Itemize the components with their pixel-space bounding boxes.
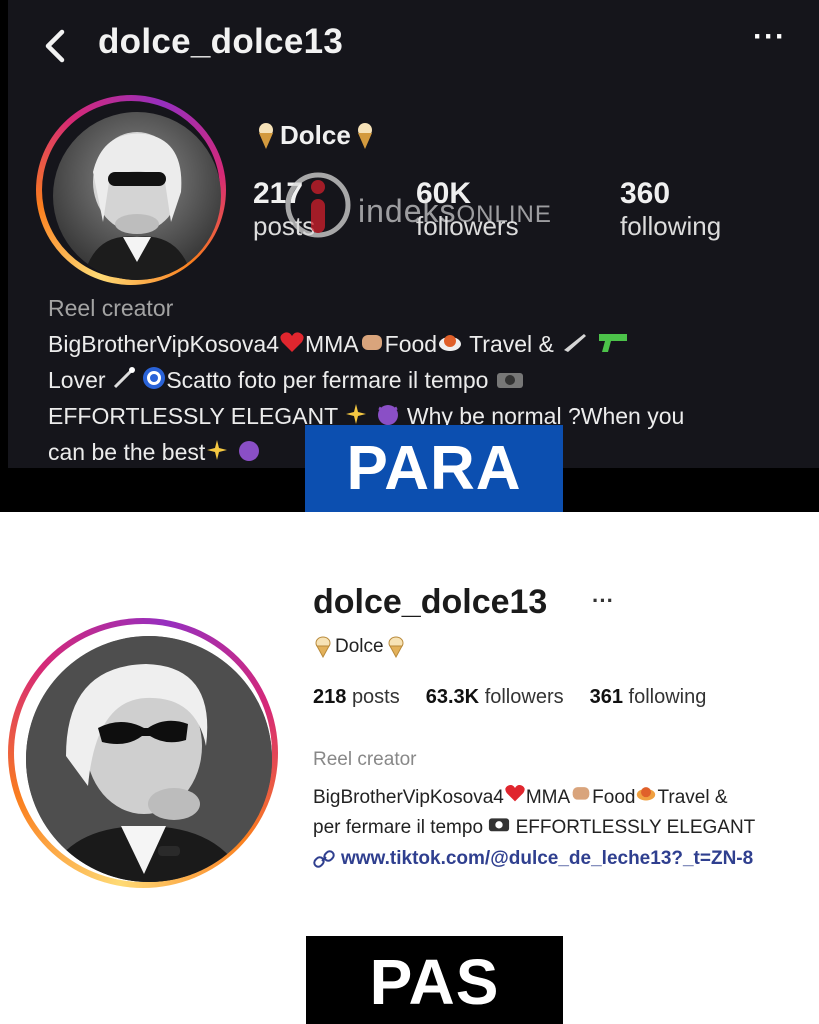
following-count: 360 — [620, 177, 671, 210]
bio-link-text: www.tiktok.com/@dulce_de_leche13?_t=ZN-8 — [341, 848, 754, 869]
red-heart-icon — [279, 329, 305, 363]
before-panel: dolce_dolce13 ··· Dolce 217 posts 60K fo… — [0, 0, 819, 512]
profile-stats: 218 posts 63.3K followers 361 following — [313, 686, 706, 709]
following-count: 361 — [589, 686, 623, 708]
knife-icon — [560, 329, 590, 363]
more-options-icon[interactable]: ··· — [592, 588, 614, 614]
avatar-portrait-icon — [83, 132, 193, 280]
camera-flash-icon — [495, 365, 525, 399]
posts-label: posts — [351, 686, 400, 708]
followers-stat[interactable]: 63.3K followers — [426, 686, 564, 709]
fist-icon — [570, 783, 592, 813]
ice-cream-icon — [315, 636, 331, 658]
ice-cream-icon — [259, 122, 273, 149]
following-stat[interactable]: 361 following — [590, 686, 707, 709]
nazar-amulet-icon — [142, 365, 166, 399]
story-ring[interactable] — [36, 95, 226, 285]
avatar-portrait-icon — [26, 636, 272, 882]
bio-text: BigBrotherVipKosova4 MMA Food Travel & p… — [313, 783, 819, 843]
link-icon — [313, 850, 335, 868]
avatar — [53, 112, 221, 280]
following-stat[interactable]: 360 following — [620, 177, 721, 241]
display-name-text: Dolce — [280, 120, 351, 150]
spaghetti-icon — [635, 783, 657, 813]
following-label: following — [620, 211, 722, 241]
smiling-devil-icon — [236, 437, 262, 471]
after-badge: PAS — [306, 936, 563, 1024]
story-ring[interactable] — [8, 618, 278, 888]
red-heart-icon — [504, 783, 526, 813]
display-name-text: Dolce — [335, 636, 384, 657]
camera-icon — [488, 813, 510, 843]
following-label: following — [628, 686, 707, 708]
category-label: Reel creator — [313, 749, 417, 770]
sparkles-icon — [205, 437, 229, 471]
profile-username: dolce_dolce13 — [98, 22, 344, 61]
display-name: Dolce — [313, 636, 406, 658]
category-label: Reel creator — [48, 295, 174, 321]
display-name: Dolce — [258, 120, 373, 151]
avatar — [26, 636, 272, 882]
bio-link[interactable]: www.tiktok.com/@dulce_de_leche13?_t=ZN-8 — [313, 848, 819, 870]
posts-count: 218 — [313, 686, 347, 708]
ice-cream-icon — [357, 122, 372, 149]
posts-stat[interactable]: 218 posts — [313, 686, 400, 709]
followers-count: 63.3K — [425, 686, 480, 708]
water-pistol-icon — [597, 329, 629, 363]
spaghetti-icon — [437, 329, 463, 363]
profile-username: dolce_dolce13 — [313, 583, 548, 621]
before-profile-screen: dolce_dolce13 ··· Dolce 217 posts 60K fo… — [8, 0, 819, 468]
watermark-text: indeksONLINE — [358, 193, 552, 229]
fist-icon — [359, 329, 385, 363]
back-arrow-icon[interactable] — [40, 26, 70, 66]
before-badge: PARA — [305, 425, 563, 512]
ice-cream-icon — [388, 636, 404, 658]
magic-wand-icon — [112, 365, 136, 399]
more-options-icon[interactable]: ··· — [753, 20, 786, 54]
followers-label: followers — [484, 686, 564, 708]
